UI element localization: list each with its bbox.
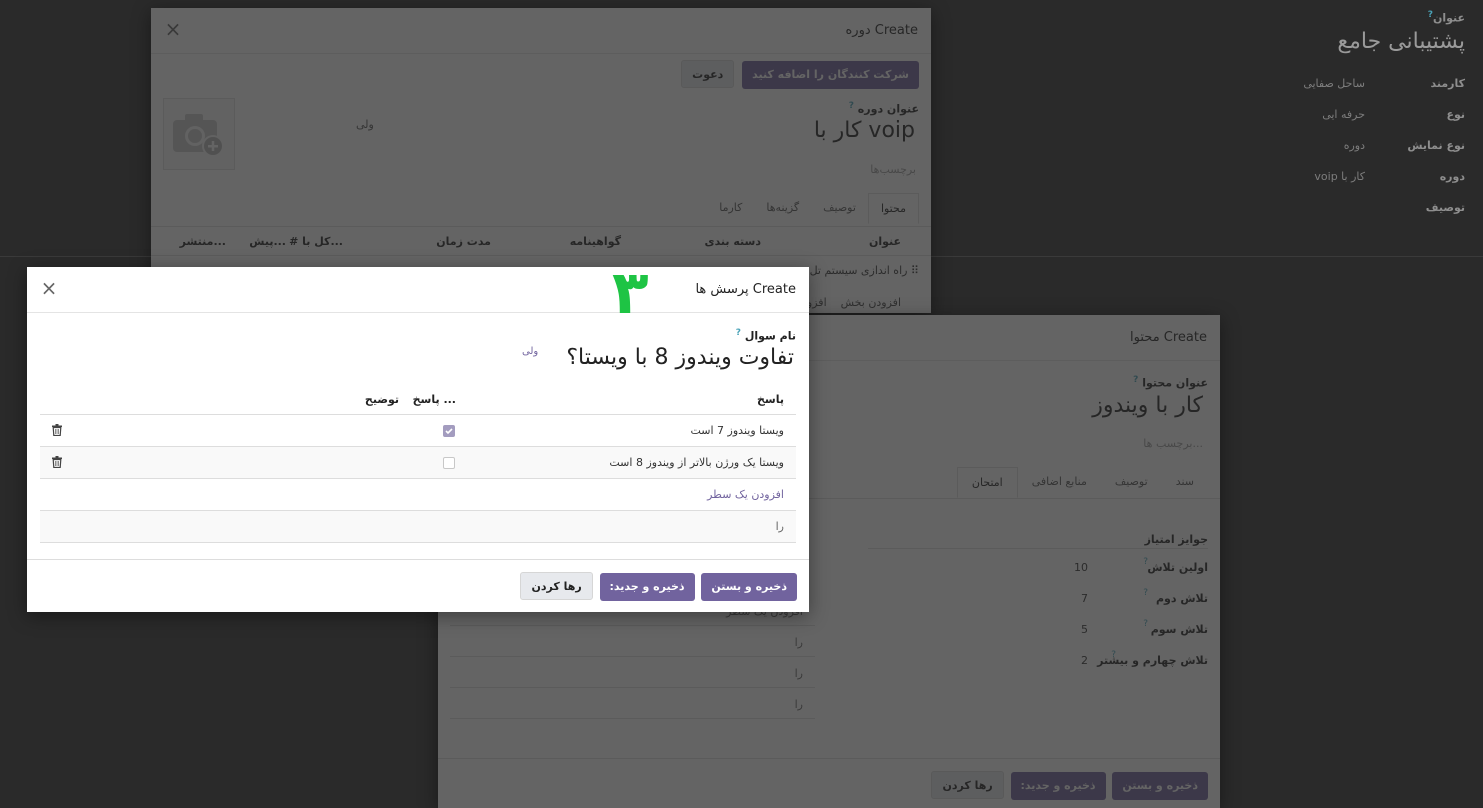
list-item[interactable]: را xyxy=(450,626,815,657)
table-row[interactable]: را xyxy=(40,511,796,543)
save-new-button[interactable]: ذخیره و جدید: xyxy=(1010,772,1106,800)
list-item[interactable]: را xyxy=(450,657,815,688)
course-modal-header: Create دوره × xyxy=(151,8,931,54)
answers-header: پاسخ پاسخ ... توضیح xyxy=(40,385,796,415)
question-name-label: نام سوال ? xyxy=(735,328,796,343)
field-description: توصیف xyxy=(1425,200,1465,214)
discard-button[interactable]: رها کردن xyxy=(931,771,1004,799)
image-upload[interactable] xyxy=(163,98,235,170)
tab-description[interactable]: توصیف xyxy=(1101,467,1162,498)
question-footer-buttons: ذخیره و بستن ذخیره و جدید: رها کردن xyxy=(517,572,797,601)
course-modal-title: Create دوره xyxy=(845,23,919,38)
course-actions: شرکت کنندگان را اضافه کنید دعوت xyxy=(677,60,919,89)
question-modal-title: Create پرسش ها xyxy=(695,282,796,297)
tab-options[interactable]: گزینه‌ها xyxy=(754,193,811,224)
tab-content[interactable]: محتوا xyxy=(867,193,919,224)
rewards-header: جوایز امتیاز xyxy=(868,533,1208,549)
discard-button[interactable]: رها کردن xyxy=(520,572,593,600)
save-close-button[interactable]: ذخیره و بستن xyxy=(701,573,797,601)
trash-icon[interactable] xyxy=(52,456,62,469)
background-form: عنوان? پشتیبانی جامع کارمند ساحل صفایی نو… xyxy=(1105,10,1465,223)
add-section-link[interactable]: افزودن بخش xyxy=(841,296,901,309)
reward-second: تلاش دوم? 7 xyxy=(1081,588,1208,605)
field-course: دوره کار با voip xyxy=(1314,169,1465,183)
content-modal-title: Create محتوا xyxy=(1130,330,1207,345)
question-name-input[interactable]: تفاوت ویندوز 8 با ویستا؟ xyxy=(566,345,794,370)
save-close-button[interactable]: ذخیره و بستن xyxy=(1112,772,1208,800)
invite-button[interactable]: دعوت xyxy=(681,60,735,88)
title-label: عنوان? xyxy=(1427,10,1465,25)
reward-fourth: تلاش چهارم و بیشتر? 2 xyxy=(1081,650,1208,667)
tab-quiz[interactable]: امتحان xyxy=(956,467,1018,498)
col-duration[interactable]: مدت زمان xyxy=(436,235,491,248)
answers-table: پاسخ پاسخ ... توضیح ویستا ویندوز 7 است و… xyxy=(40,385,796,543)
rewards-section: جوایز امتیاز اولین تلاش? 10 تلاش دوم? 7 تل… xyxy=(868,533,1208,673)
answer-text[interactable]: ویستا ویندوز 7 است xyxy=(690,424,784,437)
add-line-link[interactable]: افزودن یک سطر xyxy=(707,488,784,501)
table-row[interactable]: ویستا ویندوز 7 است xyxy=(40,415,796,447)
correct-checkbox[interactable] xyxy=(443,425,455,437)
field-type: نوع حرفه ایی xyxy=(1322,107,1465,121)
col-title[interactable]: عنوان xyxy=(869,235,901,248)
add-line-row: افزودن یک سطر xyxy=(40,479,796,511)
course-table-header: عنوان دسته بندی گواهینامه مدت زمان # کل … xyxy=(151,226,931,256)
camera-plus-icon xyxy=(173,114,224,157)
empty-row-text: را xyxy=(775,520,784,533)
col-published[interactable]: منتشر... xyxy=(180,235,226,248)
table-row[interactable]: ویستا یک ورژن بالاتر از ویندوز 8 است xyxy=(40,447,796,479)
course-tabs: محتوا توصیف گزینه‌ها کارما xyxy=(707,193,919,224)
course-row[interactable]: راه اندازی سیستم تل ⠿ xyxy=(810,264,919,277)
tab-document[interactable]: سند xyxy=(1162,467,1208,498)
content-tags-input[interactable]: برچسب ها... xyxy=(1143,437,1203,450)
course-tags-input[interactable]: برچسب‌ها xyxy=(870,163,916,176)
question-modal: Create پرسش ها × نام سوال ? تفاوت ویندوز… xyxy=(27,267,809,612)
course-add-links: افزودن بخش افزود xyxy=(802,296,901,309)
list-item[interactable]: را xyxy=(450,688,815,719)
tab-description[interactable]: توصیف xyxy=(811,193,868,224)
tab-resources[interactable]: منابع اضافی xyxy=(1018,467,1101,498)
close-icon[interactable]: × xyxy=(39,278,59,299)
record-title: پشتیبانی جامع xyxy=(1337,28,1465,54)
course-name-input[interactable]: کار با voip xyxy=(814,118,915,143)
trash-icon[interactable] xyxy=(52,424,62,437)
close-icon[interactable]: × xyxy=(163,19,183,40)
course-user[interactable]: ولی xyxy=(356,118,374,131)
tab-karma[interactable]: کارما xyxy=(707,193,754,224)
col-correct[interactable]: پاسخ ... xyxy=(413,393,456,406)
step-number-annotation: ۳ xyxy=(612,258,649,328)
question-list: افزودن یک سطر را را را xyxy=(450,595,815,719)
reward-first: اولین تلاش? 10 xyxy=(1074,557,1208,574)
col-total[interactable]: # کل با... xyxy=(289,235,343,248)
col-certificate[interactable]: گواهینامه xyxy=(570,235,621,248)
col-comment[interactable]: توضیح xyxy=(365,393,399,406)
content-name-label: عنوان محتوا ? xyxy=(1133,375,1208,390)
question-modal-header: Create پرسش ها × xyxy=(27,267,809,313)
field-display-type: نوع نمایش دوره xyxy=(1343,138,1465,152)
answer-text[interactable]: ویستا یک ورژن بالاتر از ویندوز 8 است xyxy=(609,456,784,469)
correct-checkbox[interactable] xyxy=(443,457,455,469)
reward-third: تلاش سوم? 5 xyxy=(1081,619,1208,636)
question-user[interactable]: ولی xyxy=(522,346,538,357)
col-category[interactable]: دسته بندی xyxy=(704,235,761,248)
save-new-button[interactable]: ذخیره و جدید: xyxy=(599,573,695,601)
col-answer[interactable]: پاسخ xyxy=(757,393,784,406)
content-modal-footer: ذخیره و بستن ذخیره و جدید: رها کردن xyxy=(438,758,1220,808)
content-footer-buttons: ذخیره و بستن ذخیره و جدید: رها کردن xyxy=(928,771,1208,800)
course-name-label: عنوان دوره ? xyxy=(848,101,919,116)
question-modal-footer: ذخیره و بستن ذخیره و جدید: رها کردن xyxy=(27,559,809,612)
content-tabs: سند توصیف منابع اضافی امتحان xyxy=(956,467,1208,498)
col-preview[interactable]: پیش... xyxy=(249,235,286,248)
add-participants-button[interactable]: شرکت کنندگان را اضافه کنید xyxy=(742,61,919,89)
field-employee: کارمند ساحل صفایی xyxy=(1303,76,1465,90)
content-name-input[interactable]: کار با ویندوز xyxy=(1092,393,1203,418)
